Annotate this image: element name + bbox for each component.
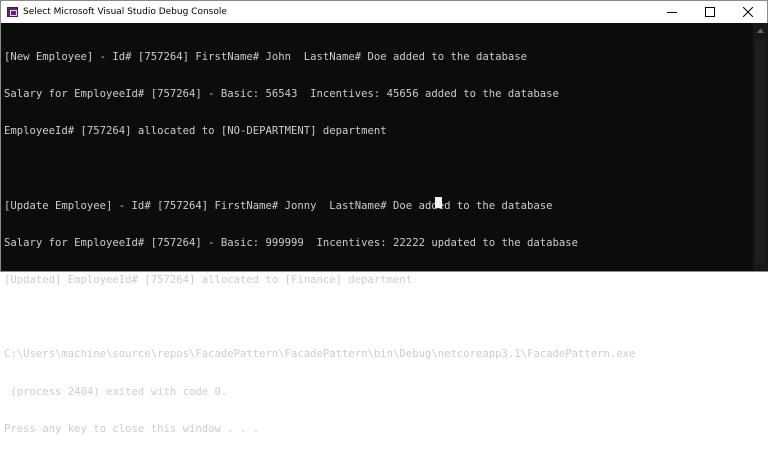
maximize-icon	[705, 7, 715, 17]
console-line: C:\Users\machine\source\repos\FacadePatt…	[4, 348, 636, 361]
maximize-button[interactable]	[691, 1, 729, 23]
vertical-scrollbar[interactable]	[753, 23, 768, 271]
close-icon	[743, 7, 753, 17]
console-line: [New Employee] - Id# [757264] FirstName#…	[4, 50, 527, 63]
console-line: (process 2404) exited with code 0.	[4, 385, 228, 398]
scroll-thumb[interactable]	[756, 41, 765, 263]
console-output[interactable]: [New Employee] - Id# [757264] FirstName#…	[1, 23, 753, 435]
console-window: Select Microsoft Visual Studio Debug Con…	[0, 0, 768, 435]
scroll-up-button[interactable]	[753, 23, 768, 38]
console-line: [Updated] EmployeeId# [757264] allocated…	[4, 274, 413, 287]
console-line: Salary for EmployeeId# [757264] - Basic:…	[4, 236, 579, 249]
close-button[interactable]	[729, 1, 767, 23]
visual-studio-icon	[7, 7, 18, 17]
title-bar[interactable]: Select Microsoft Visual Studio Debug Con…	[1, 1, 767, 23]
console-line: Salary for EmployeeId# [757264] - Basic:…	[4, 88, 559, 101]
text-cursor	[435, 197, 442, 208]
window-title: Select Microsoft Visual Studio Debug Con…	[23, 7, 227, 17]
console-line: [Update Employee] - Id# [757264] FirstNa…	[4, 199, 553, 212]
console-line: EmployeeId# [757264] allocated to [NO-DE…	[4, 125, 387, 138]
console-line: Press any key to close this window . . .	[4, 422, 260, 435]
minimize-button[interactable]	[653, 1, 691, 23]
chevron-up-icon	[757, 28, 764, 33]
minimize-icon	[667, 12, 677, 13]
